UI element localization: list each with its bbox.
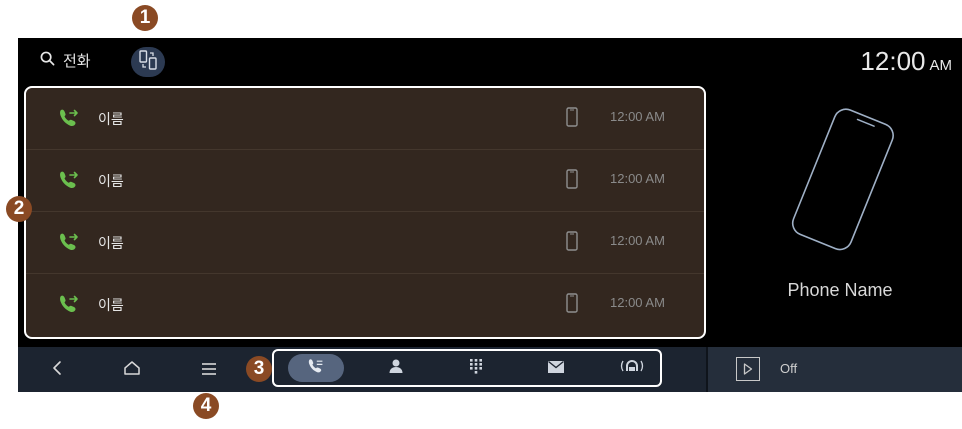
smartphone-illustration-icon	[782, 104, 902, 258]
messages-tab[interactable]	[528, 354, 584, 382]
home-button[interactable]	[117, 355, 147, 385]
keypad-tab[interactable]	[448, 354, 504, 382]
call-log-row[interactable]: 이름 12:00 AM	[26, 212, 704, 274]
call-history-icon	[307, 358, 325, 378]
phone-tabs	[272, 349, 662, 387]
play-icon	[743, 360, 753, 379]
device-switch-button[interactable]	[131, 47, 165, 77]
outgoing-call-icon	[58, 232, 80, 256]
call-log-row[interactable]: 이름 12:00 AM	[26, 274, 704, 335]
call-time: 12:00 AM	[610, 295, 665, 310]
call-time: 12:00 AM	[610, 233, 665, 248]
call-history-tab[interactable]	[288, 354, 344, 382]
caller-name: 이름	[98, 298, 124, 314]
callout-4: 4	[193, 393, 219, 419]
call-log-list: 이름 12:00 AM 이름 12:00 AM 이름 12:00 AM 이름 1…	[24, 86, 706, 339]
clock-time: 12:00	[860, 46, 926, 76]
bottom-bar: Off	[18, 347, 962, 392]
clock: 12:00 AM	[860, 46, 952, 77]
caller-name: 이름	[98, 174, 124, 190]
back-button[interactable]	[42, 355, 72, 385]
contacts-tab[interactable]	[368, 354, 424, 382]
back-icon	[51, 360, 63, 380]
phone-screen: 전화 12:00 AM 이름 12:00 AM 이름 12:00 AM 이름 1…	[18, 38, 962, 392]
outgoing-call-icon	[58, 170, 80, 194]
outgoing-call-icon	[58, 294, 80, 318]
home-icon	[123, 360, 141, 380]
media-state: Off	[780, 361, 798, 376]
envelope-icon	[547, 359, 565, 378]
search-title[interactable]: 전화	[40, 50, 91, 71]
search-icon	[40, 51, 55, 70]
header: 전화 12:00 AM	[18, 38, 962, 86]
device-switch-icon	[139, 50, 157, 74]
mobile-phone-icon	[566, 293, 578, 317]
mobile-phone-icon	[566, 107, 578, 131]
page-title: 전화	[63, 52, 91, 70]
menu-icon	[201, 361, 217, 380]
call-log-row[interactable]: 이름 12:00 AM	[26, 150, 704, 212]
carplay-tab[interactable]	[604, 354, 660, 382]
media-controls: Off	[708, 347, 962, 392]
outgoing-call-icon	[58, 108, 80, 132]
callout-3: 3	[246, 356, 272, 382]
person-icon	[388, 358, 404, 378]
call-time: 12:00 AM	[610, 109, 665, 124]
wireless-projection-icon	[619, 358, 645, 378]
phone-name: Phone Name	[787, 280, 893, 300]
clock-ampm: AM	[929, 57, 953, 74]
menu-button[interactable]	[194, 355, 224, 385]
caller-name: 이름	[98, 236, 124, 252]
mobile-phone-icon	[566, 231, 578, 255]
mobile-phone-icon	[566, 169, 578, 193]
connected-phone-panel: Phone Name	[718, 86, 962, 339]
play-button[interactable]	[736, 357, 760, 381]
callout-1: 1	[132, 5, 158, 31]
callout-2: 2	[6, 196, 32, 222]
call-time: 12:00 AM	[610, 171, 665, 186]
keypad-icon	[469, 358, 483, 378]
caller-name: 이름	[98, 112, 124, 128]
call-log-row[interactable]: 이름 12:00 AM	[26, 88, 704, 150]
